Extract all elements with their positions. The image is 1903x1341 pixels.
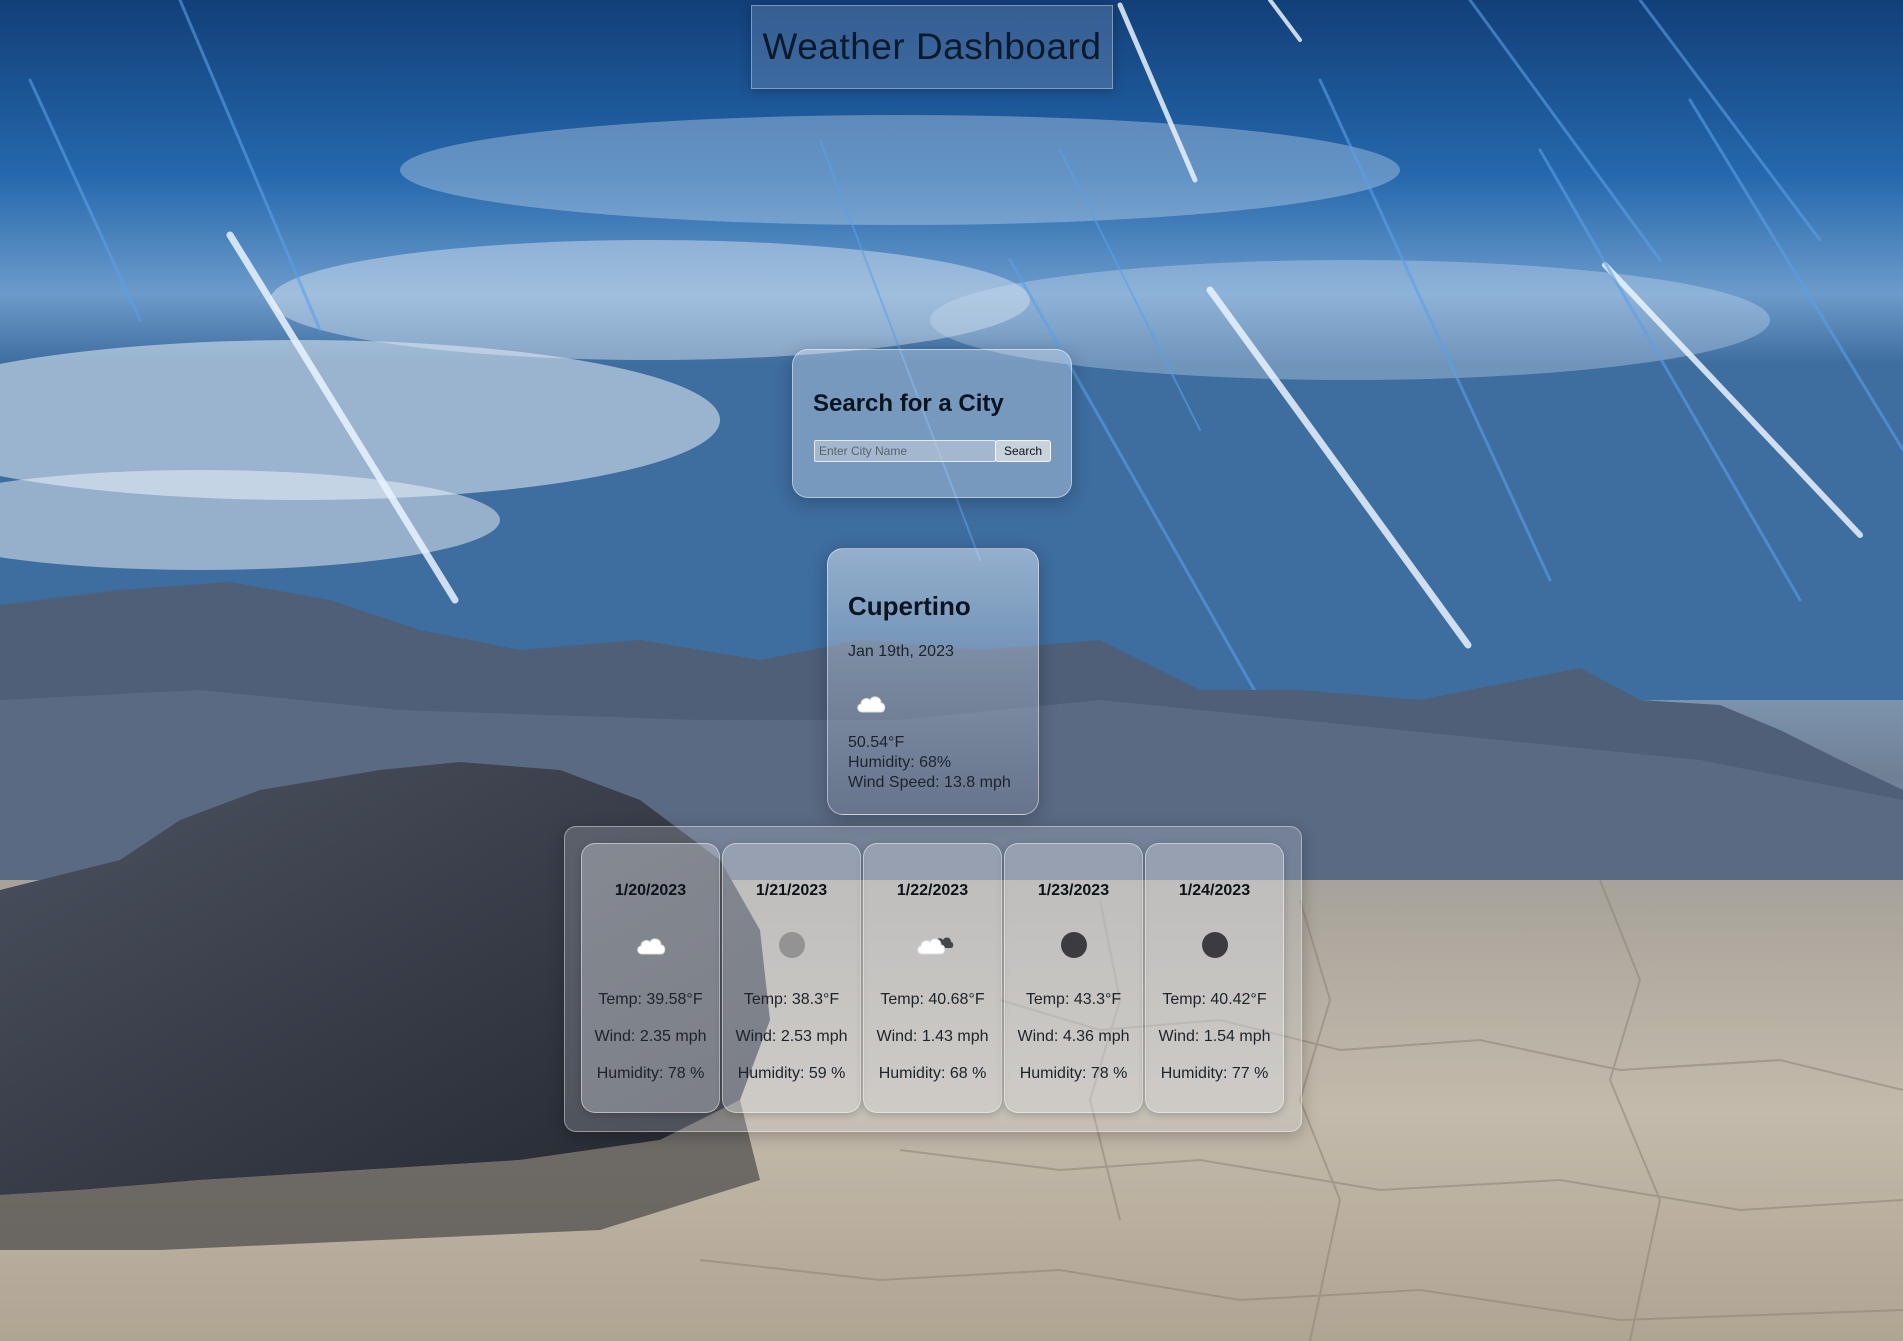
- cloud-icon: [634, 932, 668, 958]
- dark-circle-icon: [1198, 932, 1232, 958]
- current-weather-card: Cupertino Jan 19th, 2023 50.54°F Humidit…: [827, 548, 1039, 815]
- search-card: Search for a City Search: [792, 349, 1072, 498]
- search-heading: Search for a City: [813, 390, 1004, 417]
- current-temp: 50.54°F: [848, 734, 905, 751]
- forecast-temp: Temp: 40.68°F: [880, 991, 985, 1008]
- forecast-date: 1/21/2023: [755, 882, 828, 899]
- forecast-date: 1/24/2023: [1178, 882, 1251, 899]
- page-title: Weather Dashboard: [762, 26, 1102, 67]
- forecast-date: 1/22/2023: [896, 882, 969, 899]
- forecast-humidity: Humidity: 68 %: [878, 1065, 987, 1082]
- dark-circle-icon: [775, 932, 809, 958]
- current-humidity: Humidity: 68%: [848, 754, 952, 771]
- dark-circle-icon: [1057, 932, 1091, 958]
- forecast-humidity: Humidity: 78 %: [1019, 1065, 1128, 1082]
- current-city: Cupertino: [848, 591, 971, 621]
- forecast-date: 1/20/2023: [614, 882, 687, 899]
- current-date: Jan 19th, 2023: [848, 643, 954, 660]
- current-wind: Wind Speed: 13.8 mph: [848, 774, 1011, 791]
- forecast-humidity: Humidity: 59 %: [737, 1065, 846, 1082]
- cloud-icon: [854, 691, 888, 715]
- forecast-humidity: Humidity: 77 %: [1160, 1065, 1269, 1082]
- forecast-wind: Wind: 1.54 mph: [1158, 1028, 1271, 1045]
- forecast-day-card: 1/24/2023 Temp: 40.42°F Wind: 1.54 mph H…: [1145, 843, 1284, 1113]
- forecast-temp: Temp: 39.58°F: [598, 991, 703, 1008]
- forecast-wind: Wind: 4.36 mph: [1017, 1028, 1130, 1045]
- forecast-date: 1/23/2023: [1037, 882, 1110, 899]
- forecast-temp: Temp: 38.3°F: [743, 991, 840, 1008]
- forecast-wind: Wind: 1.43 mph: [876, 1028, 989, 1045]
- cloud-dark-cloud-icon: [916, 932, 953, 958]
- city-search-input[interactable]: [814, 440, 996, 462]
- forecast-day-card: 1/23/2023 Temp: 43.3°F Wind: 4.36 mph Hu…: [1004, 843, 1143, 1113]
- forecast-day-card: 1/21/2023 Temp: 38.3°F Wind: 2.53 mph Hu…: [722, 843, 861, 1113]
- forecast-temp: Temp: 43.3°F: [1025, 991, 1122, 1008]
- forecast-day-card: 1/22/2023 Temp: 40.68°F Wind: 1.43 mph H…: [863, 843, 1002, 1113]
- forecast-wind: Wind: 2.35 mph: [594, 1028, 707, 1045]
- search-button[interactable]: Search: [995, 440, 1051, 462]
- title-bar: Weather Dashboard: [751, 5, 1113, 89]
- forecast-temp: Temp: 40.42°F: [1162, 991, 1267, 1008]
- forecast-container: 1/20/2023 Temp: 39.58°F Wind: 2.35 mph H…: [564, 826, 1302, 1132]
- forecast-wind: Wind: 2.53 mph: [735, 1028, 848, 1045]
- forecast-day-card: 1/20/2023 Temp: 39.58°F Wind: 2.35 mph H…: [581, 843, 720, 1113]
- forecast-humidity: Humidity: 78 %: [596, 1065, 705, 1082]
- current-stats: 50.54°F Humidity: 68% Wind Speed: 13.8 m…: [848, 733, 1011, 793]
